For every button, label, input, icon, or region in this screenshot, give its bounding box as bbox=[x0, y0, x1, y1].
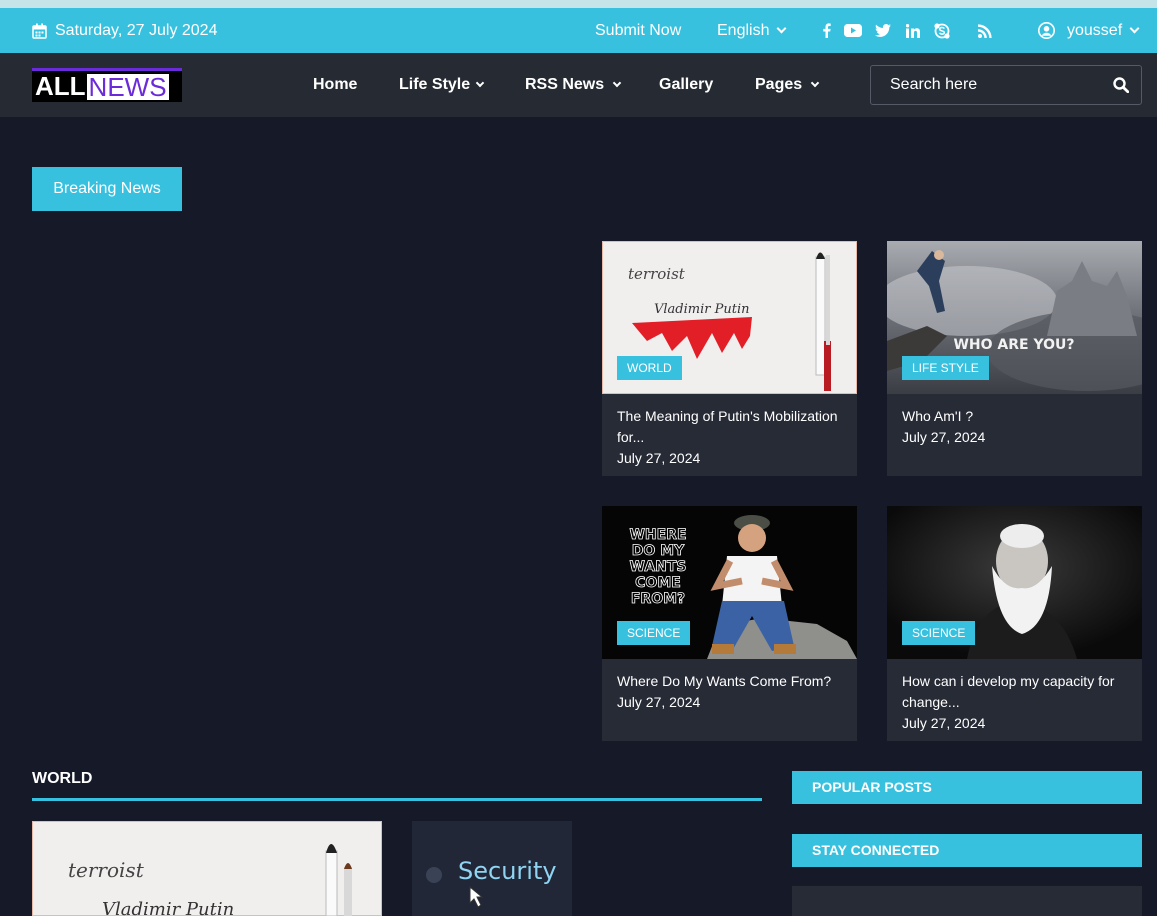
nav-pages-label: Pages bbox=[755, 76, 803, 93]
card-thumbnail[interactable]: terroist Vladimir Putin WORLD bbox=[602, 241, 857, 394]
language-label: English bbox=[717, 21, 770, 39]
logo-part-news: NEWS bbox=[86, 71, 169, 102]
card-title[interactable]: How can i develop my capacity for change… bbox=[887, 659, 1142, 713]
who-are-you-text: WHO ARE YOU? bbox=[953, 337, 1074, 353]
card-date: July 27, 2024 bbox=[902, 429, 986, 445]
main-navbar: ALL NEWS Home Life Style RSS News Gallery… bbox=[0, 53, 1157, 117]
rss-icon[interactable] bbox=[974, 8, 996, 53]
nav-gallery[interactable]: Gallery bbox=[659, 53, 713, 117]
chevron-down-icon bbox=[1129, 23, 1140, 34]
site-logo[interactable]: ALL NEWS bbox=[32, 68, 182, 102]
news-card[interactable]: WHO ARE YOU? LIFE STYLE Who Am'I ? July … bbox=[887, 241, 1142, 476]
nav-gallery-label: Gallery bbox=[659, 76, 714, 93]
nav-rss-news[interactable]: RSS News bbox=[525, 53, 622, 117]
wants-line-3: WANTS bbox=[630, 559, 687, 575]
putin-text: Vladimir Putin bbox=[654, 302, 749, 317]
stay-connected-heading: STAY CONNECTED bbox=[792, 834, 1142, 867]
wants-line-4: COME bbox=[635, 575, 681, 591]
news-card[interactable]: SCIENCE How can i develop my capacity fo… bbox=[887, 506, 1142, 741]
nav-life-style-label: Life Style bbox=[399, 76, 471, 93]
security-text: Security bbox=[458, 857, 557, 885]
news-card[interactable]: WHERE DO MY WANTS COME FROM? SCIENCE Whe… bbox=[602, 506, 857, 741]
terroist-text: terroist bbox=[68, 858, 145, 882]
date-display: Saturday, 27 July 2024 bbox=[32, 8, 217, 53]
card-thumbnail[interactable]: SCIENCE bbox=[887, 506, 1142, 659]
popular-posts-heading: POPULAR POSTS bbox=[792, 771, 1142, 804]
card-title[interactable]: The Meaning of Putin's Mobilization for.… bbox=[602, 394, 857, 448]
search-icon bbox=[1113, 77, 1130, 94]
facebook-icon[interactable] bbox=[815, 8, 837, 53]
world-post-thumbnail[interactable]: terroist Vladimir Putin bbox=[32, 821, 382, 916]
category-tag[interactable]: SCIENCE bbox=[902, 621, 976, 645]
news-card[interactable]: terroist Vladimir Putin WORLD The Meanin… bbox=[602, 241, 857, 476]
world-post-thumbnail[interactable]: Security bbox=[412, 821, 572, 916]
chevron-down-icon bbox=[612, 78, 622, 88]
stay-connected-box bbox=[792, 886, 1142, 916]
top-strip bbox=[0, 0, 1157, 8]
card-title[interactable]: Where Do My Wants Come From? bbox=[602, 659, 857, 692]
youtube-icon[interactable] bbox=[842, 8, 864, 53]
user-menu[interactable]: youssef bbox=[1038, 8, 1140, 53]
card-thumbnail[interactable]: WHERE DO MY WANTS COME FROM? SCIENCE bbox=[602, 506, 857, 659]
wants-line-1: WHERE bbox=[629, 527, 686, 543]
username-label: youssef bbox=[1067, 21, 1123, 39]
card-title[interactable]: Who Am'I ? bbox=[887, 394, 1142, 427]
nav-life-style[interactable]: Life Style bbox=[399, 53, 485, 117]
language-dropdown[interactable]: English bbox=[717, 8, 787, 53]
card-date: July 27, 2024 bbox=[902, 715, 986, 731]
wants-line-2: DO MY bbox=[632, 543, 685, 559]
wants-line-5: FROM? bbox=[631, 591, 685, 607]
search-button[interactable] bbox=[1113, 77, 1130, 98]
world-section-title: WORLD bbox=[32, 770, 762, 801]
nav-pages[interactable]: Pages bbox=[755, 53, 820, 117]
submit-now-link[interactable]: Submit Now bbox=[595, 8, 681, 53]
logo-part-all: ALL bbox=[35, 71, 86, 101]
putin-text: Vladimir Putin bbox=[102, 899, 234, 916]
date-text: Saturday, 27 July 2024 bbox=[55, 21, 218, 39]
top-bar: Saturday, 27 July 2024 Submit Now Englis… bbox=[0, 8, 1157, 53]
breaking-news-label: Breaking News bbox=[32, 167, 182, 211]
skype-icon[interactable] bbox=[931, 8, 953, 53]
card-date: July 27, 2024 bbox=[617, 450, 701, 466]
calendar-icon bbox=[32, 23, 47, 39]
terroist-text: terroist bbox=[628, 265, 686, 283]
category-tag[interactable]: LIFE STYLE bbox=[902, 356, 989, 380]
chevron-down-icon bbox=[777, 23, 787, 34]
search-box bbox=[870, 65, 1142, 105]
nav-home-label: Home bbox=[313, 76, 358, 93]
linkedin-icon[interactable] bbox=[902, 8, 924, 53]
nav-home[interactable]: Home bbox=[313, 53, 357, 117]
chevron-down-icon bbox=[475, 78, 485, 88]
category-tag[interactable]: WORLD bbox=[617, 356, 682, 380]
card-date: July 27, 2024 bbox=[617, 694, 701, 710]
nav-rss-news-label: RSS News bbox=[525, 76, 605, 93]
user-circle-icon bbox=[1038, 22, 1055, 39]
card-thumbnail[interactable]: WHO ARE YOU? LIFE STYLE bbox=[887, 241, 1142, 394]
category-tag[interactable]: SCIENCE bbox=[617, 621, 691, 645]
twitter-icon[interactable] bbox=[872, 8, 894, 53]
search-input[interactable] bbox=[871, 66, 1101, 104]
chevron-down-icon bbox=[810, 78, 820, 88]
